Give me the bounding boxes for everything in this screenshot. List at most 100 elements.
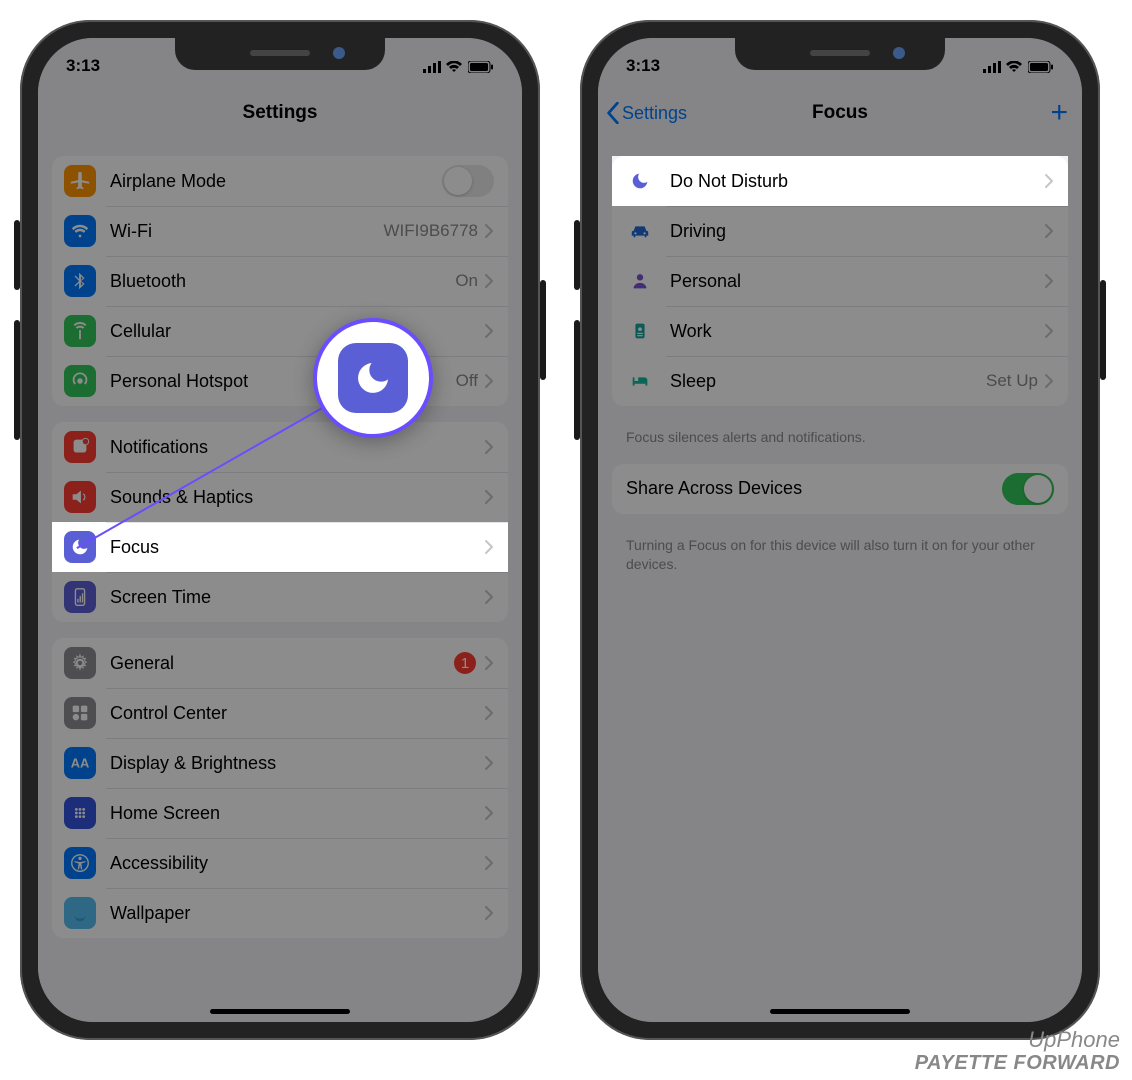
cell-signal-icon	[983, 61, 1001, 73]
sounds-icon	[64, 481, 96, 513]
row-label: Personal	[670, 271, 1044, 292]
settings-row-display[interactable]: AA Display & Brightness	[52, 738, 508, 788]
moon-icon	[338, 343, 408, 413]
chevron-right-icon	[484, 373, 494, 389]
settings-row-bluetooth[interactable]: BluetoothOn	[52, 256, 508, 306]
focus-mode-do-not-disturb[interactable]: Do Not Disturb	[612, 156, 1068, 206]
screen-right: 3:13 Settings Focus + Do Not Disturb Dri…	[598, 38, 1082, 1022]
row-label: Do Not Disturb	[670, 171, 1044, 192]
row-label: Accessibility	[110, 853, 484, 874]
settings-row-general[interactable]: General1	[52, 638, 508, 688]
settings-row-controlcenter[interactable]: Control Center	[52, 688, 508, 738]
home-indicator[interactable]	[210, 1009, 350, 1014]
settings-row-airplane[interactable]: Airplane Mode	[52, 156, 508, 206]
row-detail: Off	[456, 371, 478, 391]
row-label: Bluetooth	[110, 271, 455, 292]
notch	[175, 38, 385, 70]
notch	[735, 38, 945, 70]
general-icon	[64, 647, 96, 679]
chevron-right-icon	[484, 223, 494, 239]
settings-row-cellular[interactable]: Cellular	[52, 306, 508, 356]
chevron-right-icon	[484, 755, 494, 771]
row-label: Home Screen	[110, 803, 484, 824]
car-icon	[624, 215, 656, 247]
status-indicators	[423, 56, 494, 76]
chevron-right-icon	[484, 273, 494, 289]
share-across-devices-row[interactable]: Share Across Devices	[612, 464, 1068, 514]
row-label: Wi-Fi	[110, 221, 384, 242]
row-label: Focus	[110, 537, 484, 558]
status-time: 3:13	[66, 56, 100, 76]
row-detail: Set Up	[986, 371, 1038, 391]
watermark-line1: UpPhone	[915, 1028, 1120, 1052]
page-title: Focus	[812, 102, 868, 124]
row-label: Screen Time	[110, 587, 484, 608]
settings-row-wallpaper[interactable]: Wallpaper	[52, 888, 508, 938]
status-time: 3:13	[626, 56, 660, 76]
settings-row-sounds[interactable]: Sounds & Haptics	[52, 472, 508, 522]
chevron-right-icon	[1044, 273, 1054, 289]
settings-list[interactable]: Airplane Mode Wi-FiWIFI9B6778 BluetoothO…	[38, 140, 522, 1022]
settings-row-focus[interactable]: Focus	[52, 522, 508, 572]
chevron-right-icon	[484, 589, 494, 605]
settings-row-homescreen[interactable]: Home Screen	[52, 788, 508, 838]
focus-mode-work[interactable]: Work	[612, 306, 1068, 356]
share-footer: Turning a Focus on for this device will …	[598, 530, 1082, 575]
share-toggle[interactable]	[1002, 473, 1054, 505]
phone-left: 3:13 Settings Airplane Mode Wi-FiWIFI9B6…	[20, 20, 540, 1040]
home-indicator[interactable]	[770, 1009, 910, 1014]
back-button[interactable]: Settings	[606, 102, 687, 124]
status-indicators	[983, 56, 1054, 76]
focus-list[interactable]: Do Not Disturb Driving Personal Work Sle…	[598, 140, 1082, 1022]
toggle-airplane[interactable]	[442, 165, 494, 197]
badge: 1	[454, 652, 476, 674]
row-detail: WIFI9B6778	[384, 221, 479, 241]
watermark-line2: PAYETTE FORWARD	[915, 1052, 1120, 1074]
airplane-icon	[64, 165, 96, 197]
settings-row-hotspot[interactable]: Personal HotspotOff	[52, 356, 508, 406]
navbar-focus: Settings Focus +	[598, 86, 1082, 140]
row-detail: On	[455, 271, 478, 291]
row-label: Notifications	[110, 437, 484, 458]
accessibility-icon	[64, 847, 96, 879]
chevron-right-icon	[484, 905, 494, 921]
wallpaper-icon	[64, 897, 96, 929]
chevron-right-icon	[1044, 323, 1054, 339]
chevron-right-icon	[484, 705, 494, 721]
controlcenter-icon	[64, 697, 96, 729]
cell-signal-icon	[423, 61, 441, 73]
screentime-icon	[64, 581, 96, 613]
row-label: Cellular	[110, 321, 484, 342]
bluetooth-icon	[64, 265, 96, 297]
settings-row-screentime[interactable]: Screen Time	[52, 572, 508, 622]
row-label: Control Center	[110, 703, 484, 724]
page-title: Settings	[243, 102, 318, 124]
moon-icon	[624, 165, 656, 197]
settings-row-wifi[interactable]: Wi-FiWIFI9B6778	[52, 206, 508, 256]
badge-icon	[624, 315, 656, 347]
focus-footer: Focus silences alerts and notifications.	[598, 422, 1082, 448]
phone-right: 3:13 Settings Focus + Do Not Disturb Dri…	[580, 20, 1100, 1040]
chevron-right-icon	[1044, 173, 1054, 189]
homescreen-icon	[64, 797, 96, 829]
svg-text:AA: AA	[71, 756, 90, 771]
focus-callout	[313, 318, 433, 438]
focus-mode-driving[interactable]: Driving	[612, 206, 1068, 256]
add-focus-button[interactable]: +	[1050, 98, 1068, 128]
wifi-icon	[64, 215, 96, 247]
settings-row-accessibility[interactable]: Accessibility	[52, 838, 508, 888]
focus-mode-personal[interactable]: Personal	[612, 256, 1068, 306]
battery-icon	[468, 61, 494, 73]
navbar-settings: Settings	[38, 86, 522, 140]
row-label: Driving	[670, 221, 1044, 242]
chevron-left-icon	[606, 102, 620, 124]
chevron-right-icon	[1044, 223, 1054, 239]
row-label: Airplane Mode	[110, 171, 442, 192]
chevron-right-icon	[484, 655, 494, 671]
chevron-right-icon	[484, 439, 494, 455]
focus-mode-sleep[interactable]: SleepSet Up	[612, 356, 1068, 406]
chevron-right-icon	[484, 489, 494, 505]
chevron-right-icon	[484, 805, 494, 821]
row-label: General	[110, 653, 454, 674]
cellular-icon	[64, 315, 96, 347]
